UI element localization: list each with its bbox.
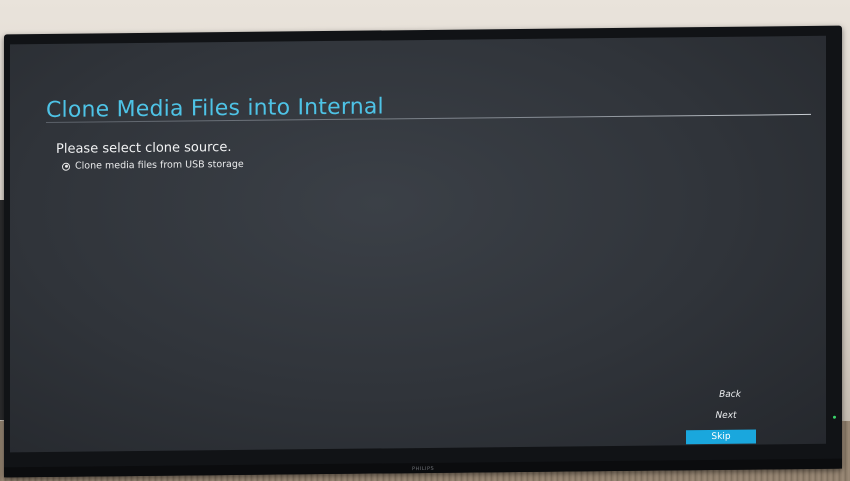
brand-logo: PHILIPS <box>412 465 435 473</box>
power-led-icon <box>833 415 836 419</box>
back-button[interactable]: Back <box>698 387 762 402</box>
monitor-bezel: Clone Media Files into Internal Please s… <box>4 25 842 478</box>
photo-scene: Clone Media Files into Internal Please s… <box>0 0 850 481</box>
radio-selected-icon[interactable] <box>62 162 70 171</box>
clone-usb-option[interactable]: Clone media files from USB storage <box>62 159 244 172</box>
next-button[interactable]: Next <box>694 408 758 423</box>
clone-usb-option-label: Clone media files from USB storage <box>75 158 244 172</box>
skip-button[interactable]: Skip <box>686 429 756 445</box>
clone-source-prompt: Please select clone source. <box>56 140 232 157</box>
monitor-screen: Clone Media Files into Internal Please s… <box>10 35 826 453</box>
